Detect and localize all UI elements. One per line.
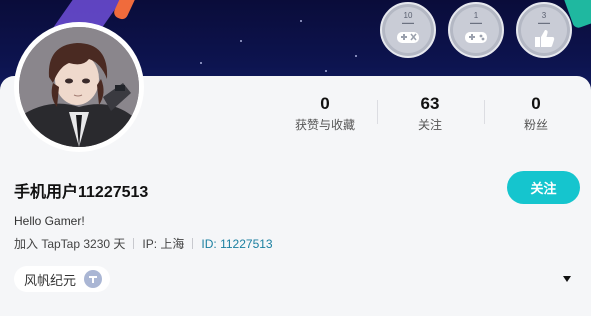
stat-value: 0: [320, 94, 330, 113]
game-honor-tag[interactable]: 风帆纪元: [14, 266, 111, 292]
joined-days: 加入 TapTap 3230 天: [14, 237, 126, 251]
avatar-illustration: [19, 27, 139, 147]
badge-number: 1: [473, 11, 479, 20]
gamepad-icon: [465, 32, 487, 43]
achievement-badge[interactable]: 10 ▬▬▬: [380, 2, 436, 58]
chevron-down-icon[interactable]: [563, 276, 571, 282]
star: [325, 70, 327, 72]
badge-number: 10: [403, 11, 413, 20]
user-id[interactable]: ID: 11227513: [201, 237, 272, 251]
stat-value: 63: [420, 94, 440, 113]
username: 手机用户11227513: [14, 184, 149, 201]
avatar[interactable]: [14, 22, 144, 152]
stat-followers[interactable]: 0 粉丝: [486, 95, 586, 133]
stat-label: 粉丝: [523, 118, 548, 132]
profile-meta: 加入 TapTap 3230 天 IP: 上海 ID: 11227513: [14, 235, 273, 252]
meta-divider: [133, 238, 135, 249]
game-logo-icon: [84, 270, 103, 288]
stat-divider: [377, 100, 378, 124]
badge-caption-decor: ▬▬▬: [470, 20, 482, 25]
banner-streak-orange: [112, 0, 142, 22]
stat-likes[interactable]: 0 获赞与收藏: [275, 95, 375, 133]
meta-divider: [192, 238, 194, 249]
achievement-badge[interactable]: 3 ▬▬▬: [516, 2, 572, 58]
star: [355, 55, 357, 57]
badge-caption-decor: ▬▬▬: [538, 20, 550, 25]
stat-value: 0: [531, 94, 541, 113]
badge-caption-decor: ▬▬▬: [402, 20, 414, 25]
stat-following[interactable]: 63 关注: [380, 95, 480, 133]
stat-label: 关注: [417, 118, 442, 132]
ip-location: IP: 上海: [142, 237, 185, 251]
stat-label: 获赞与收藏: [294, 118, 355, 132]
game-honor-label: 风帆纪元: [24, 272, 77, 288]
gamepad-x-icon: [397, 32, 419, 43]
avatar-image: [19, 27, 139, 147]
thumbs-up-icon: [535, 30, 555, 47]
achievement-badge[interactable]: 1 ▬▬▬: [448, 2, 504, 58]
badge-number: 3: [541, 11, 547, 20]
follow-button[interactable]: 关注: [507, 171, 580, 204]
stat-divider: [484, 100, 485, 124]
star: [240, 40, 242, 42]
star: [200, 62, 202, 64]
bio: Hello Gamer!: [14, 214, 85, 228]
star: [300, 20, 302, 22]
